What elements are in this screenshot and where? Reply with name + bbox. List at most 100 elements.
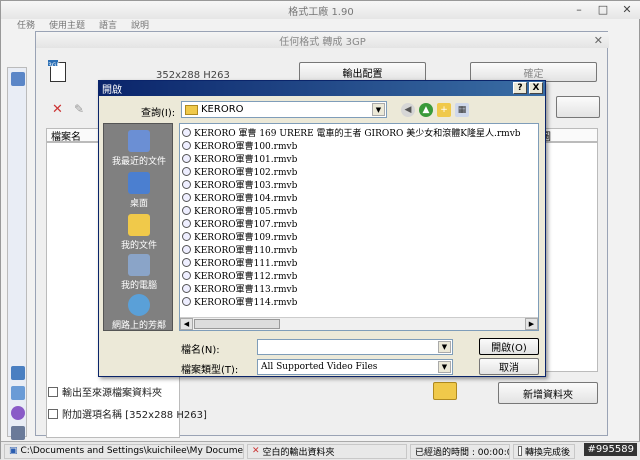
menu-task[interactable]: 任務 [17, 19, 35, 33]
place-recent[interactable]: 我最近的文件 [104, 130, 174, 167]
file-name: KERORO軍曹112.rmvb [194, 271, 298, 282]
append-option-box[interactable] [48, 408, 58, 419]
close-icon[interactable]: ✕ [615, 2, 639, 17]
image-category-icon[interactable] [11, 386, 25, 400]
column-header-filename: 檔案名 [46, 128, 106, 143]
cancel-button[interactable]: 取消 [479, 358, 539, 375]
empty-output-folder[interactable]: ✕ 空白的輸出資料夾 [247, 443, 407, 459]
ok-button[interactable]: 確定 [470, 62, 597, 82]
back-icon[interactable]: ◀ [401, 103, 415, 117]
media-file-icon [182, 140, 191, 150]
status-bar: ▣ C:\Documents and Settings\kuichilee\My… [1, 441, 640, 460]
horizontal-scrollbar[interactable]: ◀ ▶ [180, 317, 538, 330]
media-file-icon [182, 257, 191, 267]
file-item[interactable]: KERORO軍曹100.rmvb [182, 139, 298, 152]
scroll-left-icon[interactable]: ◀ [180, 318, 193, 330]
append-option-checkbox[interactable]: 附加選項名稱 [352x288 H263] [48, 406, 207, 421]
scroll-thumb[interactable] [194, 319, 280, 329]
file-name: KERORO軍曹111.rmvb [194, 258, 298, 269]
look-in-value: KERORO [201, 104, 244, 115]
media-file-icon [182, 166, 191, 176]
file-item[interactable]: KERORO 軍曹 169 URERE 電車的王者 GIRORO 美少女和滾體K… [182, 126, 521, 139]
tools-category-icon[interactable] [11, 426, 25, 440]
output-to-source-box[interactable] [48, 386, 58, 397]
media-file-icon [182, 283, 191, 293]
place-my-documents[interactable]: 我的文件 [104, 214, 174, 251]
edit-icon[interactable]: ✎ [74, 102, 84, 116]
place-desktop[interactable]: 桌面 [104, 172, 174, 209]
file-item[interactable]: KERORO軍曹113.rmvb [182, 282, 298, 295]
file-item[interactable]: KERORO軍曹112.rmvb [182, 269, 298, 282]
elapsed-time: 已經過的時間 : 00:00:00 [410, 443, 510, 459]
view-menu-icon[interactable]: ▦ [455, 103, 469, 117]
file-item[interactable]: KERORO軍曹110.rmvb [182, 243, 297, 256]
file-item[interactable]: KERORO軍曹107.rmvb [182, 217, 298, 230]
my-documents-icon [128, 214, 150, 236]
media-file-icon [182, 296, 191, 306]
video-category-icon[interactable] [11, 72, 25, 86]
place-network[interactable]: 網路上的芳鄰 [104, 294, 174, 331]
minimize-icon[interactable]: – [567, 2, 591, 17]
music-category-icon[interactable] [11, 366, 25, 380]
media-file-icon [182, 192, 191, 202]
folder-icon: ▣ [9, 446, 18, 456]
maximize-icon[interactable]: □ [591, 2, 615, 17]
scroll-right-icon[interactable]: ▶ [525, 318, 538, 330]
file-item[interactable]: KERORO軍曹102.rmvb [182, 165, 298, 178]
watermark: #995589 [584, 443, 637, 456]
new-folder-button[interactable]: 新增資料夾 [498, 382, 598, 404]
file-item[interactable]: KERORO軍曹111.rmvb [182, 256, 298, 269]
side-button[interactable] [556, 96, 600, 118]
main-title: 格式工廠 1.90 [288, 6, 354, 18]
file-list: KERORO 軍曹 169 URERE 電車的王者 GIRORO 美少女和滾體K… [179, 123, 539, 331]
place-my-documents-label: 我的文件 [120, 241, 157, 251]
media-file-icon [182, 218, 191, 228]
output-path-text: C:\Documents and Settings\kuichilee\My D… [20, 446, 244, 456]
dialog-close-icon[interactable]: X [529, 82, 543, 94]
file-name: KERORO軍曹100.rmvb [194, 141, 298, 152]
file-name: KERORO 軍曹 169 URERE 電車的王者 GIRORO 美少女和滾體K… [194, 128, 521, 139]
chevron-down-icon[interactable]: ▼ [372, 103, 385, 116]
shutdown-label: 轉換完成後 [524, 447, 570, 458]
output-to-source-checkbox[interactable]: 輸出至來源檔案資料夾 [48, 384, 162, 399]
file-name: KERORO軍曹104.rmvb [194, 193, 298, 204]
chevron-down-icon[interactable]: ▼ [438, 341, 451, 353]
shutdown-after-option[interactable]: 轉換完成後 [513, 443, 575, 459]
output-path: ▣ C:\Documents and Settings\kuichilee\My… [4, 443, 244, 459]
help-icon[interactable]: ? [513, 82, 527, 94]
look-in-combo[interactable]: KERORO ▼ [181, 101, 387, 118]
place-my-computer-label: 我的電腦 [120, 281, 157, 291]
open-button[interactable]: 開啟(O) [479, 338, 539, 355]
main-window: 格式工廠 1.90 – □ ✕ 任務 使用主题 語言 說明 任何格式 轉成 3G… [0, 0, 640, 460]
file-item[interactable]: KERORO軍曹101.rmvb [182, 152, 297, 165]
file-name: KERORO軍曹107.rmvb [194, 219, 298, 230]
column-filename-label: 檔案名 [51, 131, 81, 143]
file-item[interactable]: KERORO軍曹104.rmvb [182, 191, 298, 204]
filetype-select[interactable]: All Supported Video Files ▼ [257, 359, 453, 375]
place-network-label: 網路上的芳鄰 [111, 321, 166, 331]
places-bar: 我最近的文件 桌面 我的文件 我的電腦 網路上的芳鄰 [103, 123, 173, 331]
remove-icon[interactable]: ✕ [52, 102, 63, 117]
output-settings-button[interactable]: 輸出配置 [299, 62, 426, 82]
up-folder-icon[interactable]: ▲ [419, 103, 433, 117]
format-icon-label: 3GP [48, 62, 61, 69]
file-item[interactable]: KERORO軍曹105.rmvb [182, 204, 297, 217]
file-name: KERORO軍曹102.rmvb [194, 167, 298, 178]
append-option-label: 附加選項名稱 [352x288 H263] [62, 410, 207, 421]
convert-title-bar: 任何格式 轉成 3GP ✕ [36, 32, 609, 48]
desktop-icon [128, 172, 150, 194]
folder-icon[interactable] [433, 382, 457, 400]
file-item[interactable]: KERORO軍曹103.rmvb [182, 178, 297, 191]
chevron-down-icon[interactable]: ▼ [438, 361, 451, 373]
filename-input[interactable]: ▼ [257, 339, 453, 355]
close-icon[interactable]: ✕ [594, 34, 603, 47]
new-folder-icon[interactable]: + [437, 103, 451, 117]
shutdown-box[interactable] [518, 446, 522, 456]
file-item[interactable]: KERORO軍曹109.rmvb [182, 230, 297, 243]
file-name: KERORO軍曹113.rmvb [194, 284, 298, 295]
rom-category-icon[interactable] [11, 406, 25, 420]
media-file-icon [182, 179, 191, 189]
filetype-value: All Supported Video Files [261, 362, 378, 372]
place-my-computer[interactable]: 我的電腦 [104, 254, 174, 291]
file-item[interactable]: KERORO軍曹114.rmvb [182, 295, 297, 308]
